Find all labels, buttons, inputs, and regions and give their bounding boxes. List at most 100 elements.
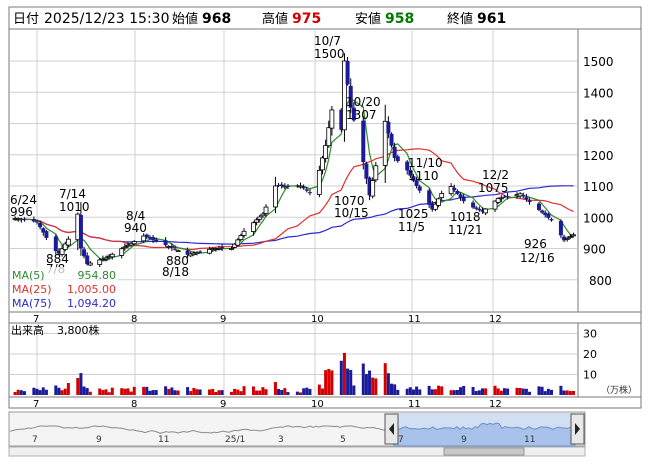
volume-bar (76, 378, 80, 395)
candle-body (298, 185, 303, 188)
annotation-date: 11/10 (408, 156, 443, 170)
high-value: 975 (292, 11, 321, 27)
volume-bar (550, 389, 554, 395)
candle-body (361, 120, 366, 163)
candle-body (461, 196, 466, 202)
annotation-value: 1010 (59, 200, 90, 214)
price-tick-label: 1000 (583, 211, 614, 225)
datetime-value: 2025/12/23 15:30 (44, 11, 170, 27)
volume-bar (192, 387, 196, 395)
candle-body (373, 165, 379, 181)
volume-bar (411, 389, 415, 395)
candle-body (364, 163, 369, 179)
month-label: 10 (311, 399, 324, 410)
volume-bar (371, 377, 375, 395)
candle-body (22, 219, 27, 221)
price-tick-label: 1100 (583, 180, 614, 194)
navigator-scroll-thumb[interactable] (443, 447, 525, 456)
volume-bar (352, 385, 356, 395)
volume-bar (239, 391, 243, 395)
annotation-value: 1018 (450, 210, 481, 224)
volume-bar (57, 387, 61, 395)
volume-bar (349, 369, 353, 395)
annotation-value: 1307 (346, 108, 377, 122)
volume-bar (107, 392, 111, 395)
volume-bar (54, 385, 58, 395)
month-label: 11 (408, 399, 421, 410)
volume-bar (393, 384, 397, 395)
chart-svg: 日付 2025/12/23 15:30 始値 968 高値 975 安値 958… (8, 6, 642, 457)
candle-body (78, 214, 83, 249)
volume-bar (167, 388, 171, 395)
volume-bar (449, 390, 453, 395)
volume-bar (79, 373, 83, 395)
volume-bar (129, 391, 133, 395)
volume-bar (280, 390, 284, 395)
volume-bar (251, 386, 255, 395)
volume-bar (455, 389, 459, 395)
volume-bar (568, 391, 572, 395)
volume-bar (471, 387, 475, 395)
volume-bar (176, 390, 180, 395)
candle-body (417, 186, 422, 191)
volume-bar (258, 390, 262, 395)
open-label: 始値 (172, 11, 198, 27)
volume-bar (383, 363, 387, 395)
annotation-value: 1110 (408, 169, 439, 183)
volume-bar (283, 388, 287, 395)
candle-body (260, 213, 266, 217)
volume-bar (299, 392, 303, 395)
volume-bar (126, 388, 130, 395)
candle-body (109, 253, 115, 258)
volume-bar (559, 385, 563, 395)
month-label: 8 (131, 399, 137, 410)
annotation-date: 11/21 (448, 223, 483, 237)
volume-bar (408, 387, 412, 395)
candle-body (370, 180, 376, 197)
volume-bar (242, 386, 246, 395)
candle-body (169, 245, 174, 248)
volume-bar (173, 390, 177, 395)
navigator-label: 11 (158, 435, 169, 445)
candle-body (103, 257, 109, 260)
volume-bar (405, 388, 409, 395)
month-label: 9 (220, 399, 226, 410)
ma25-value: 1,005.00 (67, 283, 116, 296)
candle-body (571, 234, 576, 237)
price-tick-label: 1200 (583, 149, 614, 163)
candle-body (564, 238, 570, 240)
navigator-label: 9 (96, 435, 102, 445)
high-label: 高値 (262, 11, 288, 27)
volume-bar (214, 391, 218, 395)
candle-body (540, 210, 545, 213)
candle-body (257, 216, 263, 220)
volume-unit: （万株） (601, 384, 637, 396)
volume-bar (110, 387, 114, 395)
volume-bar (346, 368, 350, 395)
volume-tick-label: 20 (583, 348, 597, 361)
navigator-label: 9 (461, 435, 467, 445)
volume-bar (217, 390, 221, 395)
candle-body (427, 190, 432, 205)
candle-body (395, 156, 400, 161)
volume-bar (320, 388, 324, 395)
annotation-value: 996 (10, 205, 33, 219)
open-value: 968 (202, 11, 231, 27)
price-tick-label: 1500 (583, 55, 614, 69)
volume-bar (233, 388, 237, 395)
candle-body (455, 190, 460, 194)
candle-body (546, 213, 551, 218)
volume-bar (101, 390, 105, 395)
volume-bar (543, 391, 547, 395)
month-label: 7 (33, 399, 39, 410)
candle-body (229, 248, 234, 250)
candle-body (285, 185, 290, 187)
volume-bar (415, 386, 419, 395)
navigator-label: 11 (524, 435, 535, 445)
volume-bar (537, 386, 541, 395)
candle-body (216, 248, 222, 250)
volume-bar (186, 387, 190, 395)
candle-body (31, 219, 36, 222)
annotation-value: 926 (524, 237, 547, 251)
volume-bar (41, 387, 45, 395)
